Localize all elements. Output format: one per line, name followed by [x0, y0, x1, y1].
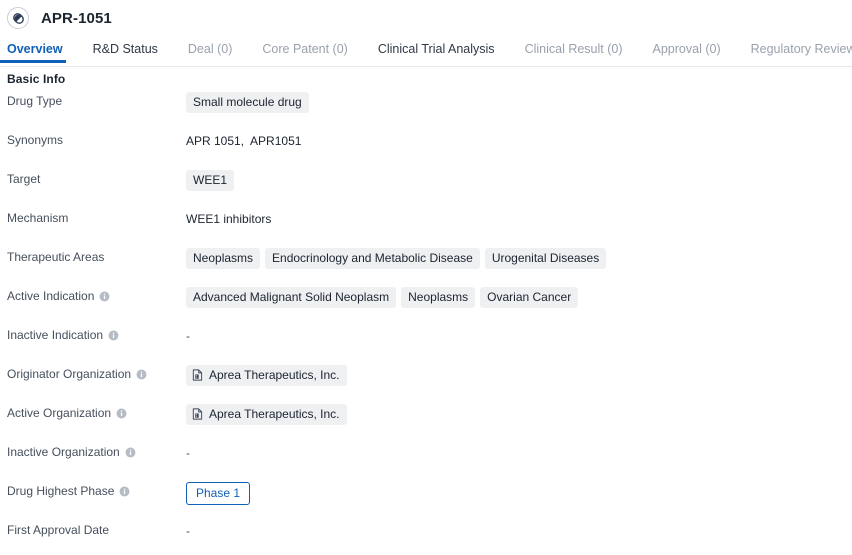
field-label: Drug Type [0, 91, 186, 109]
value-chip[interactable]: Neoplasms [401, 287, 476, 308]
field-row: Target WEE1 [0, 169, 852, 208]
field-value: Advanced Malignant Solid Neoplasm Neoplas… [186, 286, 852, 308]
field-label-text: Synonyms [7, 133, 64, 147]
field-row: Drug Highest Phase Phase 1 [0, 481, 852, 520]
field-label-text: Active Indication [7, 289, 95, 303]
info-icon[interactable] [125, 447, 136, 458]
tab-overview[interactable]: Overview [0, 36, 66, 63]
text-value: APR 1051, APR1051 [186, 133, 302, 148]
field-value: - [186, 520, 852, 540]
tab-clinical-result[interactable]: Clinical Result (0) [525, 36, 623, 62]
field-label: Originator Organization [0, 364, 186, 382]
organization-chip[interactable]: Aprea Therapeutics, Inc. [186, 404, 347, 425]
field-row: First Approval Date - [0, 520, 852, 555]
field-value: Aprea Therapeutics, Inc. [186, 364, 852, 386]
tab-core-patent[interactable]: Core Patent (0) [262, 36, 347, 62]
field-label: Synonyms [0, 130, 186, 148]
field-row: Drug Type Small molecule drug [0, 91, 852, 130]
field-label-text: Originator Organization [7, 367, 132, 381]
field-label: Target [0, 169, 186, 187]
tab-regulatory-review[interactable]: Regulatory Review (0) [751, 36, 852, 62]
field-row: Inactive Indication - [0, 325, 852, 364]
field-label: Drug Highest Phase [0, 481, 186, 499]
empty-value: - [186, 328, 190, 343]
field-label-text: Target [7, 172, 41, 186]
field-label: Inactive Organization [0, 442, 186, 460]
field-row: Synonyms APR 1051, APR1051 [0, 130, 852, 169]
empty-value: - [186, 445, 190, 460]
field-row: Therapeutic Areas Neoplasms Endocrinology … [0, 247, 852, 286]
field-row: Originator Organization Aprea Therapeutic… [0, 364, 852, 403]
info-icon[interactable] [116, 408, 127, 419]
field-label-text: Drug Highest Phase [7, 484, 115, 498]
field-row: Inactive Organization - [0, 442, 852, 481]
organization-chip-label: Aprea Therapeutics, Inc. [209, 407, 340, 421]
value-chip[interactable]: Small molecule drug [186, 92, 309, 113]
field-value: Phase 1 [186, 481, 852, 505]
section-title-basic-info: Basic Info [7, 72, 66, 86]
page-header: APR-1051 [0, 0, 852, 36]
organization-chip[interactable]: Aprea Therapeutics, Inc. [186, 365, 347, 386]
field-label-text: Inactive Organization [7, 445, 120, 459]
field-row: Active Organization Aprea Therapeutics, I… [0, 403, 852, 442]
field-label-text: Inactive Indication [7, 328, 104, 342]
tab-deal[interactable]: Deal (0) [188, 36, 232, 62]
organization-chip-label: Aprea Therapeutics, Inc. [209, 368, 340, 382]
pill-capsule-icon [7, 7, 29, 29]
value-chip[interactable]: Neoplasms [186, 248, 261, 269]
info-icon[interactable] [119, 486, 130, 497]
field-value: Aprea Therapeutics, Inc. [186, 403, 852, 425]
field-value: - [186, 325, 852, 345]
field-value: Small molecule drug [186, 91, 852, 113]
field-label-text: Mechanism [7, 211, 69, 225]
value-chip[interactable]: Advanced Malignant Solid Neoplasm [186, 287, 397, 308]
field-value: WEE1 [186, 169, 852, 191]
tab-bar: Overview R&D Status Deal (0) Core Patent… [0, 36, 852, 67]
field-label: Active Organization [0, 403, 186, 421]
field-value: APR 1051, APR1051 [186, 130, 852, 150]
field-label: Active Indication [0, 286, 186, 304]
field-value: WEE1 inhibitors [186, 208, 852, 228]
value-chip[interactable]: Urogenital Diseases [484, 248, 607, 269]
field-label: First Approval Date [0, 520, 186, 538]
basic-info-field-list: Drug Type Small molecule drug Synonyms APR … [0, 86, 852, 555]
value-chip[interactable]: WEE1 [186, 170, 235, 191]
value-chip[interactable]: Ovarian Cancer [480, 287, 579, 308]
info-icon[interactable] [99, 291, 110, 302]
tab-clinical-trial-analysis[interactable]: Clinical Trial Analysis [378, 36, 495, 62]
tab-rd-status[interactable]: R&D Status [93, 36, 158, 62]
field-label: Inactive Indication [0, 325, 186, 343]
info-icon[interactable] [136, 369, 147, 380]
empty-value: - [186, 523, 190, 538]
value-chip[interactable]: Endocrinology and Metabolic Disease [265, 248, 480, 269]
phase-badge[interactable]: Phase 1 [186, 482, 251, 505]
field-label-text: Drug Type [7, 94, 63, 108]
field-value: - [186, 442, 852, 462]
field-value: Neoplasms Endocrinology and Metabolic Dis… [186, 247, 852, 269]
organization-icon [192, 369, 203, 381]
page-title: APR-1051 [41, 9, 112, 27]
field-label: Therapeutic Areas [0, 247, 186, 265]
field-row: Active Indication Advanced Malignant Soli… [0, 286, 852, 325]
organization-icon [192, 408, 203, 420]
text-value: WEE1 inhibitors [186, 211, 272, 226]
field-label-text: First Approval Date [7, 523, 110, 537]
field-label-text: Therapeutic Areas [7, 250, 105, 264]
field-row: Mechanism WEE1 inhibitors [0, 208, 852, 247]
field-label: Mechanism [0, 208, 186, 226]
field-label-text: Active Organization [7, 406, 112, 420]
info-icon[interactable] [108, 330, 119, 341]
tab-approval[interactable]: Approval (0) [653, 36, 721, 62]
